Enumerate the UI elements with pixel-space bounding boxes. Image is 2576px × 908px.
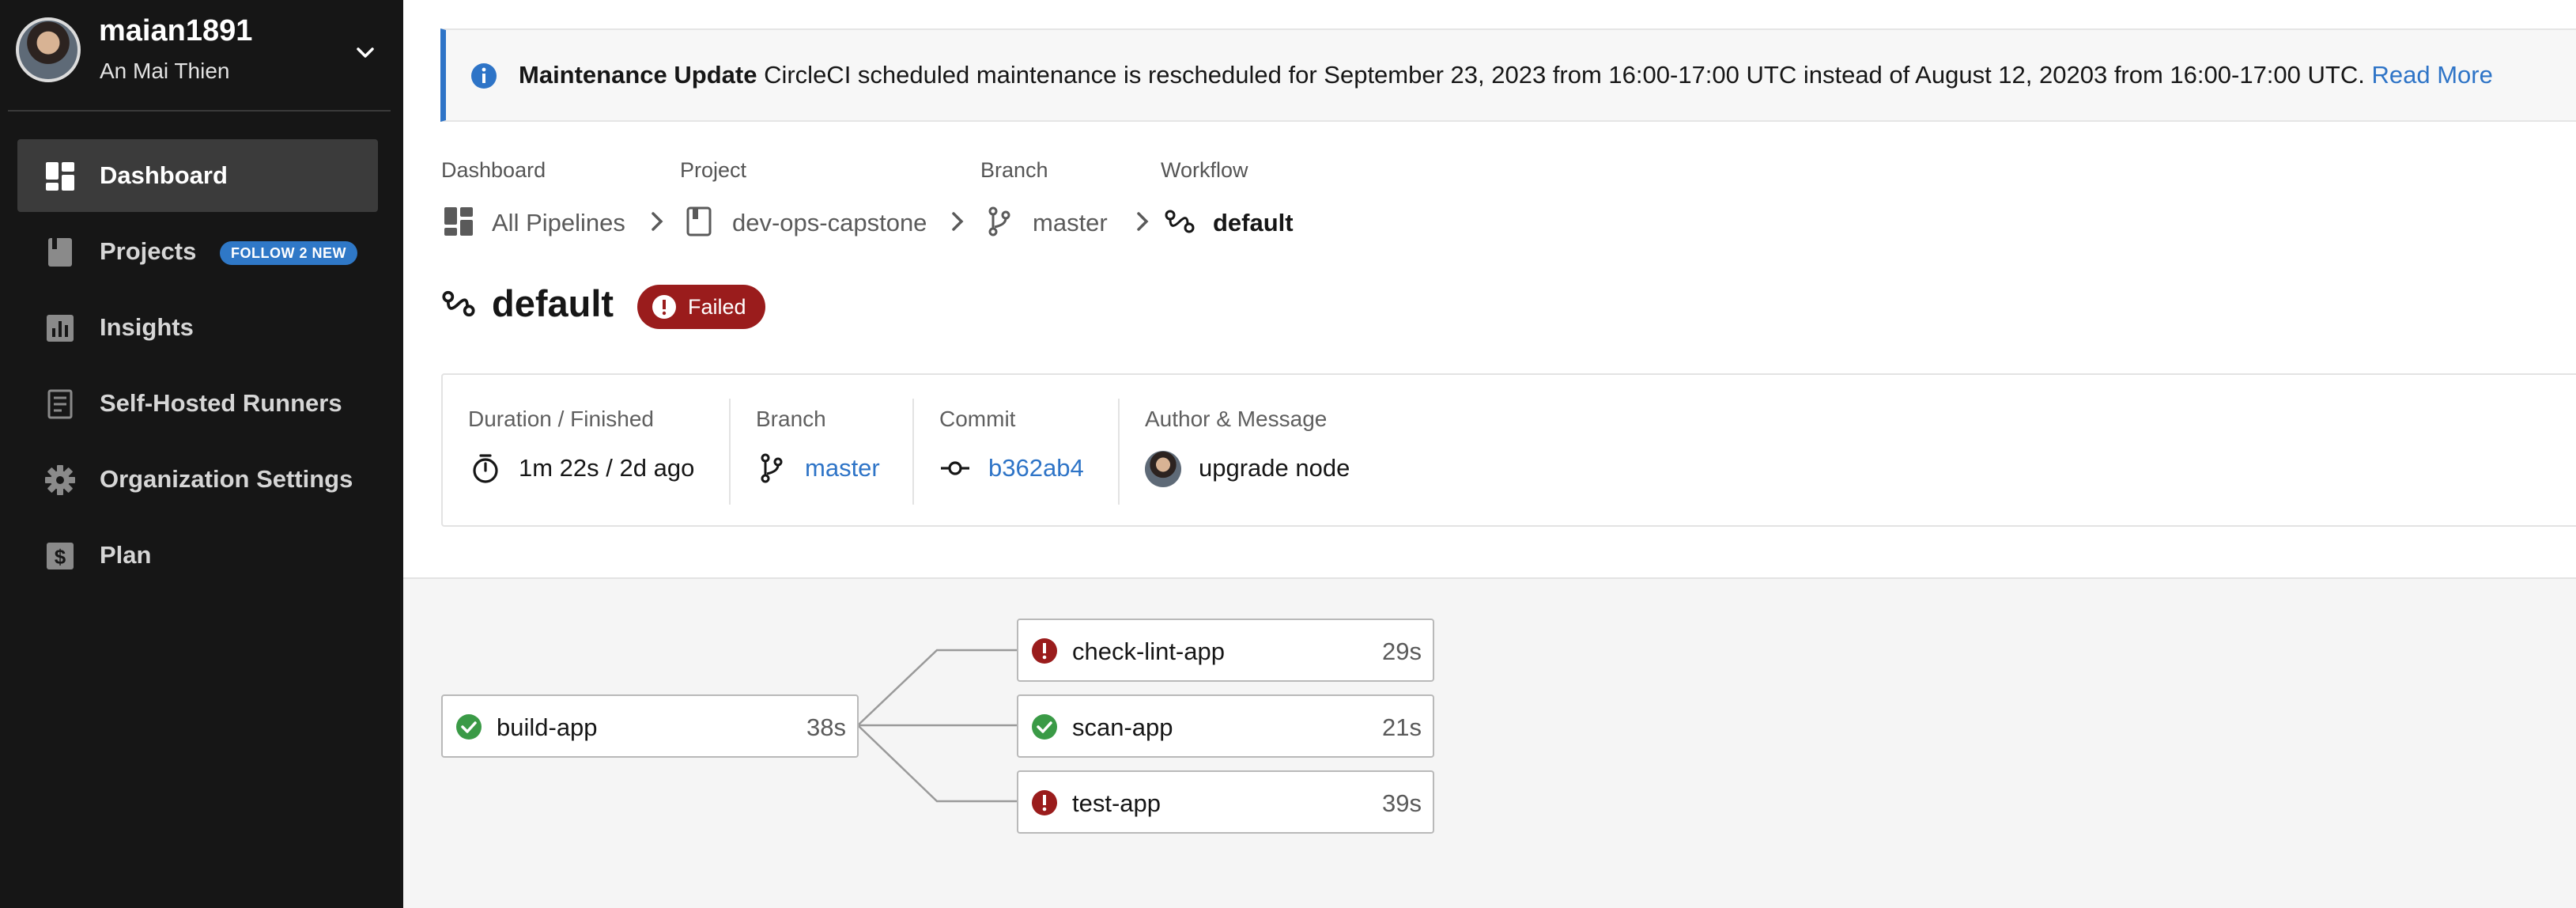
commit-message: upgrade node	[1199, 454, 1350, 482]
job-name: test-app	[1072, 789, 1161, 817]
breadcrumb-label: dev-ops-capstone	[732, 209, 927, 236]
stopwatch-icon	[473, 454, 498, 483]
gear-icon	[45, 465, 75, 495]
job-card-check-lint-app[interactable]: check-lint-app 29s	[1017, 619, 1434, 682]
maintenance-banner: Maintenance Update CircleCI scheduled ma…	[440, 28, 2576, 122]
workflow-graph: build-app 38s check-lint-app 29s scan-ap…	[403, 577, 2576, 908]
branch-link[interactable]: master	[805, 454, 880, 482]
breadcrumb-label: default	[1213, 209, 1294, 236]
workflow-icon	[1165, 210, 1195, 233]
chevron-right-icon	[652, 212, 663, 231]
banner-text: Maintenance Update CircleCI scheduled ma…	[519, 61, 2493, 89]
breadcrumb-heading-workflow: Workflow	[1161, 158, 1248, 182]
duration-column: Duration / Finished 1m 22s / 2d ago	[443, 375, 727, 528]
sidebar-item-plan[interactable]: $ Plan	[17, 519, 378, 592]
sidebar-item-self-hosted-runners[interactable]: Self-Hosted Runners	[17, 367, 378, 440]
avatar	[16, 17, 81, 82]
breadcrumb-label: master	[1033, 209, 1108, 236]
user-full-name: An Mai Thien	[100, 59, 230, 83]
insights-icon	[47, 315, 74, 342]
status-label: Failed	[688, 295, 746, 319]
main-content: Maintenance Update CircleCI scheduled ma…	[403, 0, 2576, 908]
user-menu[interactable]: maian1891 An Mai Thien	[0, 0, 403, 103]
read-more-link[interactable]: Read More	[2371, 61, 2492, 89]
avatar	[1145, 451, 1181, 487]
breadcrumb-heading-dashboard: Dashboard	[441, 158, 546, 182]
breadcrumb-heading-branch: Branch	[980, 158, 1048, 182]
runners-icon	[47, 389, 73, 419]
projects-icon	[48, 238, 72, 267]
branch-label: Branch	[756, 407, 826, 431]
follow-new-badge[interactable]: FOLLOW 2 NEW	[220, 241, 357, 265]
username: maian1891	[99, 14, 253, 47]
job-card-scan-app[interactable]: scan-app 21s	[1017, 694, 1434, 758]
error-icon	[652, 295, 676, 319]
info-icon	[471, 63, 497, 89]
job-name: build-app	[497, 713, 598, 741]
commit-icon	[941, 461, 969, 475]
commit-link[interactable]: b362ab4	[988, 454, 1084, 482]
sidebar-divider	[8, 110, 391, 112]
pipelines-icon	[444, 207, 473, 236]
job-duration: 38s	[806, 713, 846, 741]
sidebar-item-label: Insights	[100, 313, 194, 341]
banner-message: CircleCI scheduled maintenance is resche…	[764, 61, 2365, 89]
job-card-build-app[interactable]: build-app 38s	[441, 694, 859, 758]
branch-icon	[988, 206, 1010, 236]
status-badge: Failed	[637, 285, 765, 329]
success-icon	[1032, 714, 1057, 740]
page-title: default	[492, 282, 614, 324]
sidebar-item-projects[interactable]: Projects FOLLOW 2 NEW	[17, 215, 378, 288]
branch-column: Branch master	[731, 375, 911, 528]
sidebar-item-insights[interactable]: Insights	[17, 291, 378, 364]
success-icon	[456, 714, 482, 740]
commit-label: Commit	[939, 407, 1016, 431]
chevron-down-icon[interactable]	[353, 40, 378, 65]
job-name: check-lint-app	[1072, 637, 1225, 665]
breadcrumb-workflow: default	[1164, 204, 1306, 239]
workflow-icon	[442, 290, 475, 317]
job-duration: 29s	[1382, 637, 1422, 665]
job-card-test-app[interactable]: test-app 39s	[1017, 770, 1434, 834]
dollar-icon: $	[47, 543, 74, 569]
error-icon	[1032, 790, 1057, 815]
sidebar-item-label: Organization Settings	[100, 465, 353, 493]
sidebar-item-label: Projects	[100, 237, 197, 265]
error-icon	[1032, 638, 1057, 664]
chevron-right-icon	[952, 212, 964, 231]
sidebar-item-label: Self-Hosted Runners	[100, 389, 342, 417]
author-column: Author & Message upgrade node	[1120, 375, 1673, 528]
workflow-info-card: Duration / Finished 1m 22s / 2d ago Bran…	[441, 373, 2576, 527]
breadcrumb-project[interactable]: dev-ops-capstone	[683, 204, 952, 239]
duration-label: Duration / Finished	[468, 407, 655, 431]
dashboard-icon	[46, 162, 74, 191]
chevron-right-icon	[1137, 212, 1149, 231]
job-name: scan-app	[1072, 713, 1173, 741]
branch-icon	[761, 453, 783, 483]
job-duration: 39s	[1382, 789, 1422, 817]
duration-value: 1m 22s / 2d ago	[519, 454, 695, 482]
project-icon	[686, 206, 712, 236]
author-label: Author & Message	[1145, 407, 1328, 431]
sidebar-item-label: Dashboard	[100, 161, 228, 189]
breadcrumb-all-pipelines[interactable]: All Pipelines	[443, 204, 656, 239]
commit-column: Commit b362ab4	[914, 375, 1116, 528]
breadcrumb-label: All Pipelines	[492, 209, 625, 236]
sidebar-item-organization-settings[interactable]: Organization Settings	[17, 443, 378, 516]
sidebar-item-label: Plan	[100, 541, 152, 569]
job-duration: 21s	[1382, 713, 1422, 741]
breadcrumb-branch[interactable]: master	[984, 204, 1142, 239]
sidebar: maian1891 An Mai Thien Dashboard Project…	[0, 0, 403, 908]
sidebar-item-dashboard[interactable]: Dashboard	[17, 139, 378, 212]
svg-text:$: $	[55, 545, 66, 569]
banner-title: Maintenance Update	[519, 61, 757, 89]
breadcrumb-heading-project: Project	[680, 158, 747, 182]
